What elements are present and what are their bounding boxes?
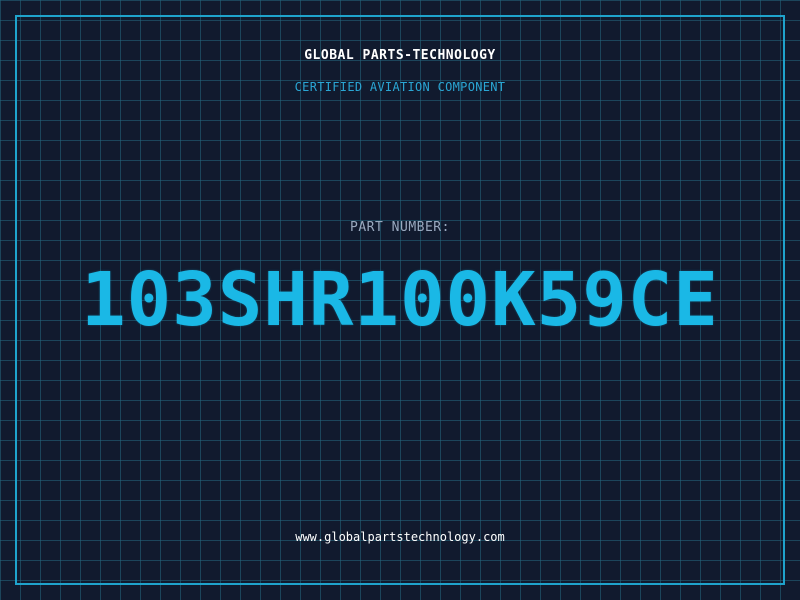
certification-subtitle: CERTIFIED AVIATION COMPONENT — [294, 80, 506, 94]
part-number-label: PART NUMBER: — [350, 220, 450, 235]
website-url: www.globalpartstechnology.com — [295, 530, 505, 544]
company-name: GLOBAL PARTS-TECHNOLOGY — [304, 48, 496, 63]
part-number-value: 103SHR100K59CE — [81, 257, 719, 343]
part-label-card: GLOBAL PARTS-TECHNOLOGY CERTIFIED AVIATI… — [0, 0, 800, 600]
